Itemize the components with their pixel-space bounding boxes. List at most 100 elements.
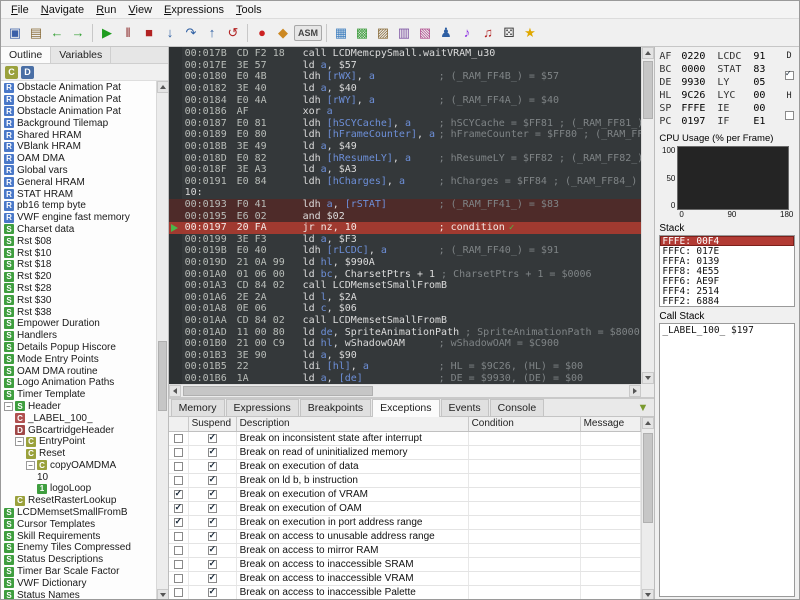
enabled-checkbox[interactable] <box>174 462 183 471</box>
sidebar-item-logo-animation-paths[interactable]: SLogo Animation Paths <box>1 377 155 389</box>
disassembly-line[interactable]: 00:01B33E 90ld a, $90 <box>169 349 642 361</box>
disassembly-line[interactable]: 00:01B61Ald a, [de]; DE = $9930, (DE) = … <box>169 373 642 384</box>
disassembly-line[interactable]: 00:01B522ldi [hl], a; HL = $9C26, (HL) =… <box>169 361 642 373</box>
breakpoint-icon[interactable]: ● <box>252 23 272 43</box>
sidebar-item-mode-entry-points[interactable]: SMode Entry Points <box>1 353 155 365</box>
suspend-checkbox[interactable] <box>208 574 217 583</box>
sprite-viewer-icon[interactable]: ▥ <box>394 23 414 43</box>
exception-row[interactable]: Break on execution of VRAM <box>169 488 642 502</box>
exception-row[interactable]: Break on execution of data <box>169 460 642 474</box>
scrollbar-thumb[interactable] <box>158 341 167 411</box>
tab-console[interactable]: Console <box>490 399 545 416</box>
table-scrollbar[interactable] <box>641 417 654 600</box>
disassembly-line[interactable]: 00:019BE0 40ldh [rLCDC], a; (_RAM_FF40_)… <box>169 245 642 257</box>
tilemap-viewer-icon[interactable]: ▩ <box>352 23 372 43</box>
sidebar-item-entrypoint[interactable]: −CEntryPoint <box>1 436 155 448</box>
scroll-right-icon[interactable] <box>629 385 641 397</box>
scrollbar-thumb[interactable] <box>643 61 653 119</box>
tab-breakpoints[interactable]: Breakpoints <box>300 399 371 416</box>
sidebar-item-timer-bar-scale-factor[interactable]: STimer Bar Scale Factor <box>1 566 155 578</box>
sidebar-item-copyoamdma[interactable]: −CcopyOAMDMA <box>1 460 155 472</box>
save-icon[interactable]: ▣ <box>5 23 25 43</box>
favorites-icon[interactable]: ★ <box>520 23 540 43</box>
sidebar-item-stat-hram[interactable]: RSTAT HRAM <box>1 188 155 200</box>
collapse-icon[interactable]: − <box>26 461 35 470</box>
stop-icon[interactable]: ■ <box>139 23 159 43</box>
enabled-checkbox[interactable] <box>174 560 183 569</box>
filter-icon[interactable]: ▼ <box>637 402 648 414</box>
sidebar-item-rst-28[interactable]: SRst $28 <box>1 283 155 295</box>
disassembly-line[interactable]: 00:01A80E 06ld c, $06 <box>169 303 642 315</box>
sidebar-item-header[interactable]: −SHeader <box>1 401 155 413</box>
disassembly-line[interactable]: 00:01B021 00 C9ld hl, wShadowOAM; wShado… <box>169 338 642 350</box>
register-value[interactable]: 83 <box>753 64 771 75</box>
step-into-icon[interactable]: ↓ <box>160 23 180 43</box>
stack-entry[interactable]: FFF6:AE9F <box>660 276 794 286</box>
enabled-checkbox[interactable] <box>174 504 183 513</box>
scroll-up-icon[interactable] <box>157 81 168 93</box>
disassembly-line[interactable]: 00:0184E0 4Aldh [rWY], a; (_RAM_FF4A_) =… <box>169 94 642 106</box>
sidebar-item-rst-10[interactable]: SRst $10 <box>1 247 155 259</box>
disassembly-line[interactable]: 00:0186AFxor a <box>169 106 642 118</box>
menu-view[interactable]: View <box>122 3 158 17</box>
suspend-checkbox[interactable] <box>208 434 217 443</box>
register-value[interactable]: 00 <box>753 103 771 114</box>
dice-icon[interactable]: ⚄ <box>499 23 519 43</box>
tab-events[interactable]: Events <box>441 399 489 416</box>
sidebar-item-shared-hram[interactable]: RShared HRAM <box>1 129 155 141</box>
stack-entry[interactable]: FFFC:017E <box>660 246 794 256</box>
sidebar-item-rst-18[interactable]: SRst $18 <box>1 259 155 271</box>
sidebar-item-vwf-dictionary[interactable]: SVWF Dictionary <box>1 577 155 589</box>
suspend-checkbox[interactable] <box>208 448 217 457</box>
sidebar-item-oam-dma[interactable]: ROAM DMA <box>1 153 155 165</box>
tab-memory[interactable]: Memory <box>171 399 225 416</box>
suspend-checkbox[interactable] <box>208 532 217 541</box>
sidebar-item-global-vars[interactable]: RGlobal vars <box>1 165 155 177</box>
scrollbar-thumb[interactable] <box>183 386 373 396</box>
palette-viewer-icon[interactable]: ▧ <box>415 23 435 43</box>
stack-entry[interactable]: FFFE:00F4 <box>660 236 794 246</box>
exception-row[interactable]: Break on access to inaccessible VRAM <box>169 572 642 586</box>
suspend-checkbox[interactable] <box>208 588 217 597</box>
scrollbar-thumb[interactable] <box>643 433 653 523</box>
sidebar-item-pb16-temp-byte[interactable]: Rpb16 temp byte <box>1 200 155 212</box>
menu-file[interactable]: File <box>5 3 35 17</box>
tab-variables[interactable]: Variables <box>51 47 111 63</box>
disassembly-line[interactable]: 00:01823E 40ld a, $40 <box>169 83 642 95</box>
sidebar-item-enemy-tiles-compressed[interactable]: SEnemy Tiles Compressed <box>1 542 155 554</box>
enabled-checkbox[interactable] <box>174 490 183 499</box>
stack-entry[interactable]: FFF2:6884 <box>660 296 794 306</box>
suspend-checkbox[interactable] <box>208 462 217 471</box>
menu-tools[interactable]: Tools <box>230 3 268 17</box>
disassembly-line[interactable]: 00:01993E F3ld a, $F3 <box>169 234 642 246</box>
exception-row[interactable]: Break on execution in port address range <box>169 516 642 530</box>
collapse-icon[interactable]: − <box>4 402 13 411</box>
enabled-checkbox[interactable] <box>174 546 183 555</box>
sidebar-item-timer-template[interactable]: STimer Template <box>1 389 155 401</box>
enabled-checkbox[interactable] <box>174 518 183 527</box>
disassembly-label-line[interactable]: 10: <box>169 187 642 199</box>
disassembly-line[interactable]: 00:0180E0 4Bldh [rWX], a; (_RAM_FF4B_) =… <box>169 71 642 83</box>
tile-viewer-icon[interactable]: ▨ <box>373 23 393 43</box>
scroll-up-icon[interactable] <box>642 417 654 429</box>
sidebar-item-charset-data[interactable]: SCharset data <box>1 224 155 236</box>
sidebar-item-obstacle-animation-pat[interactable]: RObstacle Animation Pat <box>1 94 155 106</box>
exception-row[interactable]: Break on ld b, b instruction <box>169 474 642 488</box>
register-value[interactable]: 05 <box>753 77 771 88</box>
asm-toggle-button[interactable]: ASM <box>294 25 322 41</box>
sidebar-item-skill-requirements[interactable]: SSkill Requirements <box>1 530 155 542</box>
audio-viewer-icon[interactable]: ♪ <box>457 23 477 43</box>
sidebar-item-10[interactable]: 10 <box>1 471 155 483</box>
disassembly-line[interactable]: 00:0193F0 41ldh a, [rSTAT]; (_RAM_FF41_)… <box>169 199 642 211</box>
disassembly-line[interactable]: 00:018B3E 49ld a, $49 <box>169 141 642 153</box>
sidebar-item-status-names[interactable]: SStatus Names <box>1 589 155 600</box>
disassembly-line[interactable]: 00:01AACD 84 02call LCDMemsetSmallFromB <box>169 315 642 327</box>
open-file-icon[interactable]: ▤ <box>26 23 46 43</box>
register-value[interactable]: 9930 <box>681 77 717 88</box>
enabled-checkbox[interactable] <box>174 476 183 485</box>
sidebar-item-obstacle-animation-pat[interactable]: RObstacle Animation Pat <box>1 82 155 94</box>
register-toggle-checkbox[interactable] <box>785 111 794 120</box>
disassembly-line[interactable]: 00:019720 FAjr nz, 10; condition✓ <box>169 222 642 234</box>
suspend-checkbox[interactable] <box>208 490 217 499</box>
scroll-down-icon[interactable] <box>642 372 654 384</box>
